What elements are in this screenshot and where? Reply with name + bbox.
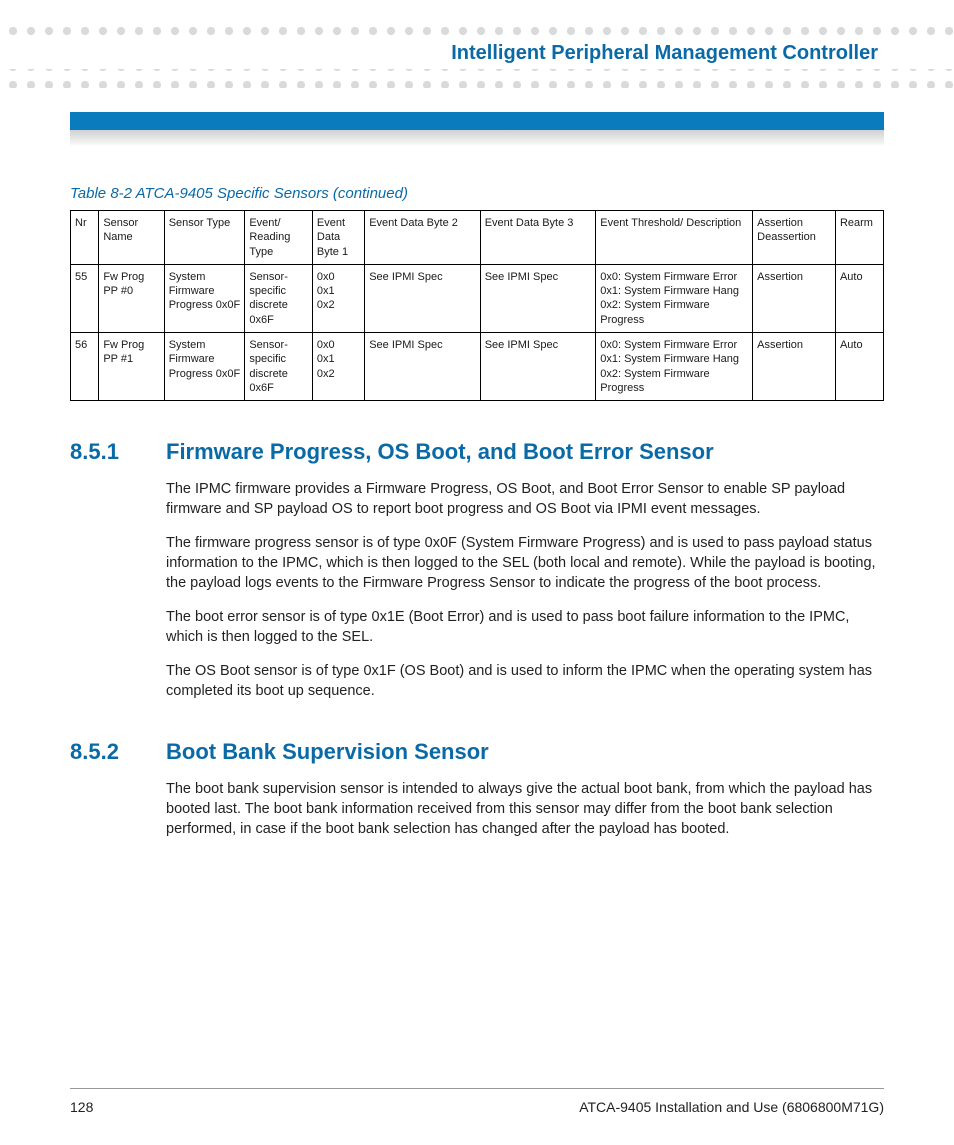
- header-blue-bar: [70, 112, 884, 130]
- th-type: Sensor Type: [164, 211, 245, 265]
- paragraph: The IPMC firmware provides a Firmware Pr…: [166, 479, 884, 519]
- th-nr: Nr: [71, 211, 99, 265]
- table-caption: Table 8-2 ATCA-9405 Specific Sensors (co…: [70, 185, 884, 202]
- th-b1: Event Data Byte 1: [312, 211, 364, 265]
- paragraph: The boot bank supervision sensor is inte…: [166, 779, 884, 839]
- th-name: Sensor Name: [99, 211, 164, 265]
- cell-type: System Firmware Progress 0x0F: [164, 264, 245, 332]
- section-title: Firmware Progress, OS Boot, and Boot Err…: [166, 439, 714, 465]
- section-number: 8.5.2: [70, 739, 166, 765]
- section-number: 8.5.1: [70, 439, 166, 465]
- th-reading: Event/ Reading Type: [245, 211, 313, 265]
- th-b2: Event Data Byte 2: [365, 211, 481, 265]
- th-rearm: Rearm: [835, 211, 883, 265]
- footer-doc-id: ATCA-9405 Installation and Use (6806800M…: [579, 1099, 884, 1115]
- table-row: 56 Fw Prog PP #1 System Firmware Progres…: [71, 333, 884, 401]
- cell-nr: 55: [71, 264, 99, 332]
- section-heading: 8.5.2 Boot Bank Supervision Sensor: [70, 739, 884, 765]
- page-header-title: Intelligent Peripheral Management Contro…: [445, 42, 884, 65]
- th-b3: Event Data Byte 3: [480, 211, 596, 265]
- cell-b2: See IPMI Spec: [365, 264, 481, 332]
- cell-name: Fw Prog PP #0: [99, 264, 164, 332]
- cell-b1: 0x0 0x1 0x2: [312, 333, 364, 401]
- table-row: 55 Fw Prog PP #0 System Firmware Progres…: [71, 264, 884, 332]
- cell-thr: 0x0: System Firmware Error 0x1: System F…: [596, 333, 753, 401]
- cell-ad: Assertion: [753, 264, 836, 332]
- cell-rearm: Auto: [835, 264, 883, 332]
- cell-name: Fw Prog PP #1: [99, 333, 164, 401]
- footer-page-number: 128: [70, 1099, 93, 1115]
- cell-thr: 0x0: System Firmware Error 0x1: System F…: [596, 264, 753, 332]
- cell-b1: 0x0 0x1 0x2: [312, 264, 364, 332]
- table-header-row: Nr Sensor Name Sensor Type Event/ Readin…: [71, 211, 884, 265]
- paragraph: The boot error sensor is of type 0x1E (B…: [166, 607, 884, 647]
- sensors-table: Nr Sensor Name Sensor Type Event/ Readin…: [70, 210, 884, 401]
- cell-nr: 56: [71, 333, 99, 401]
- header-gray-bar: [70, 130, 884, 146]
- section-body: The boot bank supervision sensor is inte…: [166, 779, 884, 839]
- cell-rearm: Auto: [835, 333, 883, 401]
- paragraph: The OS Boot sensor is of type 0x1F (OS B…: [166, 661, 884, 701]
- page-content: Table 8-2 ATCA-9405 Specific Sensors (co…: [70, 185, 884, 853]
- cell-reading: Sensor-specific discrete 0x6F: [245, 333, 313, 401]
- cell-b3: See IPMI Spec: [480, 264, 596, 332]
- cell-reading: Sensor-specific discrete 0x6F: [245, 264, 313, 332]
- page-footer: 128 ATCA-9405 Installation and Use (6806…: [70, 1099, 884, 1115]
- paragraph: The firmware progress sensor is of type …: [166, 533, 884, 593]
- section-body: The IPMC firmware provides a Firmware Pr…: [166, 479, 884, 701]
- cell-b2: See IPMI Spec: [365, 333, 481, 401]
- section-title: Boot Bank Supervision Sensor: [166, 739, 489, 765]
- section-heading: 8.5.1 Firmware Progress, OS Boot, and Bo…: [70, 439, 884, 465]
- cell-type: System Firmware Progress 0x0F: [164, 333, 245, 401]
- cell-ad: Assertion: [753, 333, 836, 401]
- footer-rule: [70, 1088, 884, 1089]
- cell-b3: See IPMI Spec: [480, 333, 596, 401]
- th-thr: Event Threshold/ Description: [596, 211, 753, 265]
- th-ad: Assertion Deassertion: [753, 211, 836, 265]
